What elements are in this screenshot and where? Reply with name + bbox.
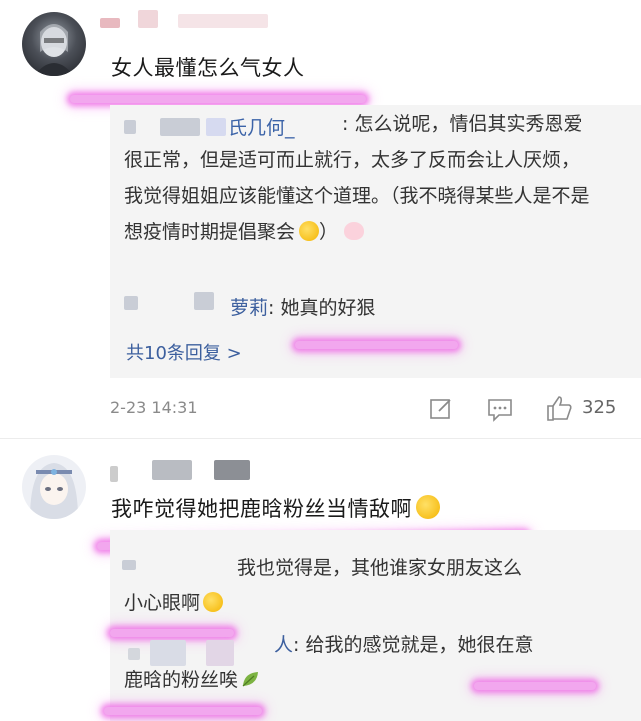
user-avatar-1[interactable] — [22, 12, 86, 76]
reply-text-1: : 怎么说呢，情侣其实秀恩爱很正常，但是适可而止就行，太多了反而会让人厌烦，我觉… — [124, 113, 590, 243]
avatar-anime-icon — [30, 463, 78, 519]
reply-text-4-line1: 人: 给我的感觉就是，她很在意 — [274, 634, 534, 656]
pig-emoji-icon — [344, 222, 365, 240]
reply-username-redacted — [122, 560, 136, 570]
timestamp: 2-23 14:31 — [110, 398, 198, 417]
more-replies-link[interactable]: 共10条回复 > — [126, 339, 242, 365]
highlight-mark — [104, 707, 262, 715]
reply-text-4-line2: 鹿晗的粉丝唉 — [124, 662, 260, 698]
leaf-emoji-icon — [242, 672, 259, 687]
username-redacted-1[interactable] — [100, 18, 120, 28]
reply-username-redacted — [128, 648, 140, 660]
reply-username-redacted — [124, 296, 138, 310]
reply-text-2: 萝莉: 她真的好狠 — [230, 297, 376, 319]
yum-emoji-icon — [299, 221, 320, 241]
comment-text-2: 我咋觉得她把鹿晗粉丝当情敌啊 — [111, 493, 440, 523]
avatar-figure-icon — [34, 24, 74, 76]
laugh-emoji-icon — [203, 592, 224, 612]
laugh-emoji-icon — [416, 495, 440, 519]
reply-username-4[interactable]: 人 — [274, 634, 293, 656]
username-redacted-1b — [138, 10, 158, 28]
username-redacted-1c — [178, 14, 268, 28]
comment-divider — [0, 438, 641, 439]
like-count: 325 — [582, 397, 617, 418]
edit-icon[interactable] — [428, 396, 454, 422]
reply-text-3-line1: 我也觉得是，其他谁家女朋友这么 — [237, 557, 523, 579]
highlight-mark — [295, 341, 458, 349]
reply-username-redacted — [194, 292, 214, 310]
reply-text-3-line2: 小心眼啊 — [124, 585, 224, 621]
comment-icon[interactable] — [486, 396, 514, 422]
thumbs-up-icon[interactable] — [545, 394, 573, 422]
username-redacted-2 — [110, 466, 118, 482]
highlight-mark — [110, 629, 234, 637]
username-redacted-2c — [214, 460, 250, 480]
comment-text-1: 女人最懂怎么气女人 — [111, 56, 305, 80]
user-avatar-2[interactable] — [22, 455, 86, 519]
highlight-mark — [474, 682, 596, 690]
username-redacted-2b — [152, 460, 192, 480]
reply-username-2[interactable]: 萝莉 — [230, 297, 268, 319]
highlight-mark — [70, 95, 366, 103]
